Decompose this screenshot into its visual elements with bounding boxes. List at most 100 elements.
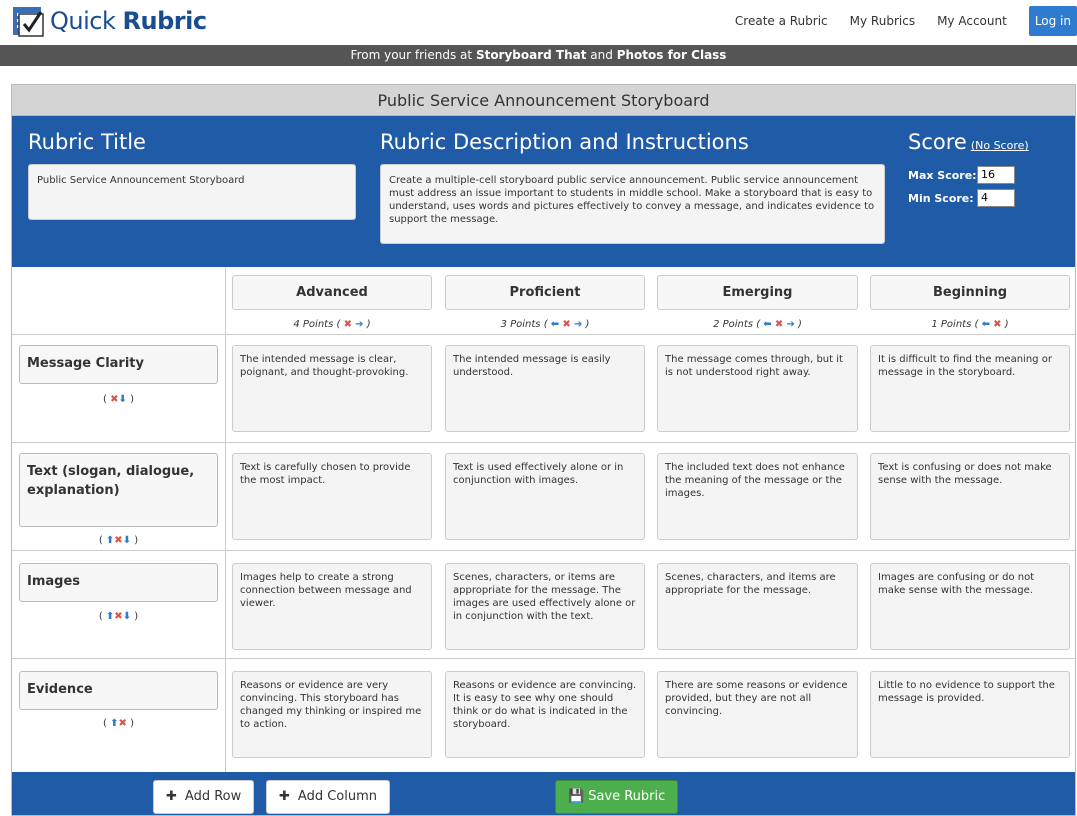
banner-and: and (586, 48, 617, 62)
rubric-cell[interactable]: Images are confusing or do not make sens… (870, 563, 1070, 650)
move-left-icon[interactable]: ⬅ (551, 319, 559, 330)
row-divider (12, 442, 1075, 443)
rubric-description-label: Rubric Description and Instructions (380, 130, 749, 154)
delete-row-icon[interactable]: ✖ (114, 535, 122, 546)
delete-column-icon[interactable]: ✖ (993, 319, 1001, 330)
min-score-label: Min Score: (908, 192, 974, 205)
rubric-title-input[interactable]: Public Service Announcement Storyboard (28, 164, 356, 220)
promo-banner: From your friends at Storyboard That and… (0, 45, 1077, 66)
score-label: Score (No Score) (908, 130, 1029, 154)
nav-my-account[interactable]: My Account (937, 14, 1007, 28)
row-divider (12, 658, 1075, 659)
rubric-card: Public Service Announcement Storyboard R… (11, 84, 1076, 816)
grid-divider (225, 267, 226, 772)
move-left-icon[interactable]: ⬅ (982, 319, 990, 330)
rubric-cell[interactable]: Text is carefully chosen to provide the … (232, 453, 432, 540)
rubric-grid: Advanced Proficient Emerging Beginning 4… (12, 267, 1075, 772)
delete-column-icon[interactable]: ✖ (562, 319, 570, 330)
rubric-cell[interactable]: Reasons or evidence are very convincing.… (232, 671, 432, 758)
column-points-emerging: 2 Points ( ⬅ ✖ ➔ ) (713, 319, 802, 330)
column-header-proficient[interactable]: Proficient (445, 275, 645, 310)
delete-column-icon[interactable]: ✖ (344, 319, 352, 330)
move-right-icon[interactable]: ➔ (355, 319, 363, 330)
move-down-icon[interactable]: ⬇ (123, 535, 131, 546)
banner-brand-storyboard[interactable]: Storyboard That (476, 48, 587, 62)
main-nav: Create a Rubric My Rubrics My Account Lo… (735, 6, 1077, 36)
save-rubric-label: Save Rubric (588, 789, 666, 804)
row-controls: ( ✖⬇ ) (103, 394, 134, 405)
row-divider (12, 334, 1075, 335)
add-column-button[interactable]: ✚ Add Column (266, 780, 390, 814)
row-header-text[interactable]: Text (slogan, dialogue, explanation) (19, 453, 218, 527)
logo[interactable]: Quick Rubric (12, 4, 207, 38)
column-points-proficient: 3 Points ( ⬅ ✖ ➔ ) (500, 319, 590, 330)
row-controls: ( ⬆✖⬇ ) (98, 535, 139, 546)
delete-column-icon[interactable]: ✖ (775, 319, 783, 330)
min-score-input[interactable]: 4 (977, 189, 1015, 207)
rubric-cell[interactable]: Scenes, characters, or items are appropr… (445, 563, 645, 650)
rubric-cell[interactable]: The message comes through, but it is not… (657, 345, 858, 432)
no-score-link[interactable]: (No Score) (971, 139, 1029, 152)
points-value[interactable]: 4 Points (293, 319, 333, 330)
max-score-input[interactable]: 16 (977, 166, 1015, 184)
nav-create-rubric[interactable]: Create a Rubric (735, 14, 828, 28)
add-column-label: Add Column (297, 789, 377, 804)
rubric-cell[interactable]: Text is confusing or does not make sense… (870, 453, 1070, 540)
logo-rubric: Rubric (122, 7, 208, 35)
rubric-cell[interactable]: It is difficult to find the meaning or m… (870, 345, 1070, 432)
row-header-images[interactable]: Images (19, 563, 218, 602)
plus-icon: ✚ (166, 789, 177, 804)
move-down-icon[interactable]: ⬇ (119, 394, 127, 405)
rubric-cell[interactable]: Scenes, characters, and items are approp… (657, 563, 858, 650)
rubric-cell[interactable]: Reasons or evidence are convincing. It i… (445, 671, 645, 758)
rubric-cell[interactable]: There are some reasons or evidence provi… (657, 671, 858, 758)
rubric-logo-icon (13, 7, 44, 37)
move-up-icon[interactable]: ⬆ (110, 718, 118, 729)
score-label-text: Score (908, 130, 967, 154)
move-right-icon[interactable]: ➔ (786, 319, 794, 330)
delete-row-icon[interactable]: ✖ (119, 718, 127, 729)
banner-brand-photos[interactable]: Photos for Class (617, 48, 727, 62)
column-header-emerging[interactable]: Emerging (657, 275, 858, 310)
delete-row-icon[interactable]: ✖ (110, 394, 118, 405)
points-value[interactable]: 2 Points (713, 319, 753, 330)
rubric-cell[interactable]: Text is used effectively alone or in con… (445, 453, 645, 540)
banner-prefix: From your friends at (350, 48, 476, 62)
row-controls: ( ⬆✖⬇ ) (98, 611, 139, 622)
rubric-footer: ✚ Add Row ✚ Add Column 💾 Save Rubric (12, 772, 1075, 815)
rubric-cell[interactable]: The included text does not enhance the m… (657, 453, 858, 540)
rubric-cell[interactable]: The intended message is easily understoo… (445, 345, 645, 432)
nav-my-rubrics[interactable]: My Rubrics (850, 14, 915, 28)
row-controls: ( ⬆✖ ) (103, 718, 134, 729)
rubric-header: Rubric Title Public Service Announcement… (12, 116, 1075, 267)
floppy-disk-icon: 💾 (568, 789, 585, 804)
rubric-cell[interactable]: The intended message is clear, poignant,… (232, 345, 432, 432)
add-row-label: Add Row (184, 789, 242, 804)
delete-row-icon[interactable]: ✖ (114, 611, 122, 622)
plus-icon: ✚ (279, 789, 290, 804)
move-down-icon[interactable]: ⬇ (123, 611, 131, 622)
move-left-icon[interactable]: ⬅ (763, 319, 771, 330)
top-bar: Quick Rubric Create a Rubric My Rubrics … (0, 0, 1077, 45)
rubric-description-input[interactable]: Create a multiple-cell storyboard public… (380, 164, 885, 244)
points-value[interactable]: 1 Points (931, 319, 971, 330)
row-divider (12, 550, 1075, 551)
logo-quick: Quick (50, 7, 116, 35)
column-header-advanced[interactable]: Advanced (232, 275, 432, 310)
rubric-cell[interactable]: Images help to create a strong connectio… (232, 563, 432, 650)
column-points-advanced: 4 Points ( ✖ ➔ ) (293, 319, 371, 330)
logo-text: Quick Rubric (50, 7, 207, 35)
move-right-icon[interactable]: ➔ (574, 319, 582, 330)
column-points-beginning: 1 Points ( ⬅ ✖ ) (931, 319, 1009, 330)
points-value[interactable]: 3 Points (501, 319, 541, 330)
save-rubric-button[interactable]: 💾 Save Rubric (555, 780, 679, 814)
login-button[interactable]: Log in (1028, 6, 1077, 36)
card-title: Public Service Announcement Storyboard (12, 85, 1075, 116)
add-row-button[interactable]: ✚ Add Row (153, 780, 255, 814)
row-header-evidence[interactable]: Evidence (19, 671, 218, 710)
rubric-title-label: Rubric Title (28, 130, 146, 154)
max-score-label: Max Score: (908, 169, 977, 182)
row-header-message-clarity[interactable]: Message Clarity (19, 345, 218, 384)
column-header-beginning[interactable]: Beginning (870, 275, 1070, 310)
rubric-cell[interactable]: Little to no evidence to support the mes… (870, 671, 1070, 758)
